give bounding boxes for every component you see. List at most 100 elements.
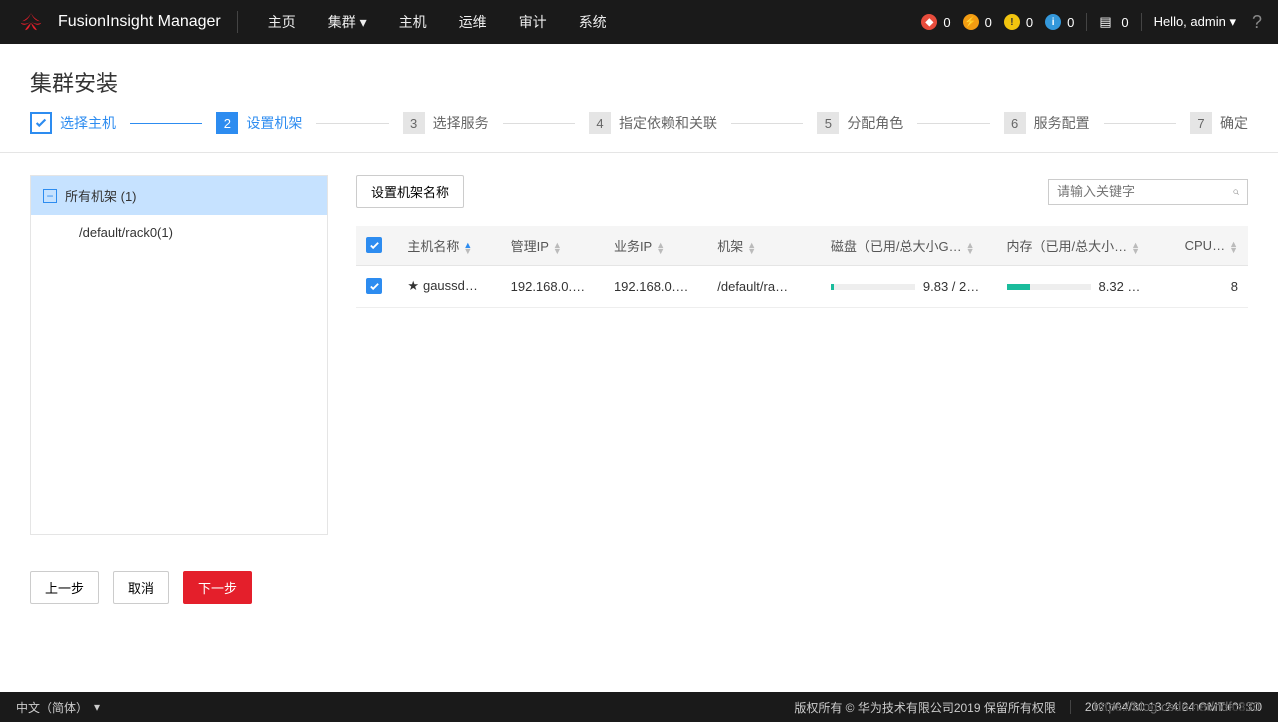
select-all-checkbox[interactable]: [366, 237, 382, 253]
col-mgmt-ip[interactable]: 管理IP▲▼: [501, 226, 604, 266]
status-critical[interactable]: ◆0: [921, 14, 950, 30]
col-svc-ip[interactable]: 业务IP▲▼: [604, 226, 707, 266]
huawei-logo-icon: [16, 11, 46, 33]
top-right: ◆0 ⚡0 !0 i0 ▤0 Hello, admin ▾ ?: [921, 12, 1262, 33]
col-disk-label: 磁盘（已用/总大小G…: [831, 239, 962, 254]
sort-icon: ▲▼: [463, 242, 472, 254]
language-selector[interactable]: 中文（简体） ▾: [16, 699, 100, 716]
status-info[interactable]: i0: [1045, 14, 1074, 30]
step-connector: [316, 123, 388, 124]
row-checkbox[interactable]: [366, 278, 382, 294]
col-disk[interactable]: 磁盘（已用/总大小G… ▲▼: [821, 226, 997, 266]
chevron-down-icon: ▾: [1229, 14, 1236, 29]
disk-usage-bar: [831, 284, 915, 290]
host-table: 主机名称▲▼ 管理IP▲▼ 业务IP▲▼ 机架▲▼ 磁盘（已用/总大小G…▲▼ …: [356, 226, 1248, 308]
col-rack-label: 机架: [717, 239, 743, 254]
step-6-num: 6: [1004, 112, 1026, 134]
status-critical-count: 0: [943, 15, 950, 30]
top-nav: 主页 集群 ▾ 主机 运维 审计 系统: [254, 0, 621, 44]
nav-home[interactable]: 主页: [254, 0, 310, 44]
fire-icon: ◆: [921, 14, 937, 30]
sort-icon: ▲▼: [553, 242, 562, 254]
table-header-row: 主机名称▲▼ 管理IP▲▼ 业务IP▲▼ 机架▲▼ 磁盘（已用/总大小G…▲▼ …: [356, 226, 1248, 266]
user-greeting: Hello, admin: [1154, 14, 1226, 29]
step-connector: [917, 123, 989, 124]
chevron-down-icon: ▾: [94, 700, 100, 714]
next-button[interactable]: 下一步: [183, 571, 252, 604]
step-connector: [731, 123, 803, 124]
step-3[interactable]: 3 选择服务: [403, 112, 489, 134]
cell-mem-text: 8.32 …: [1099, 279, 1141, 294]
step-3-label: 选择服务: [433, 113, 489, 133]
search-input[interactable]: [1057, 184, 1233, 199]
step-3-num: 3: [403, 112, 425, 134]
step-2[interactable]: 2 设置机架: [216, 112, 302, 134]
sort-icon: ▲▼: [1131, 242, 1140, 254]
step-2-label: 设置机架: [246, 113, 302, 133]
logo-wrap: FusionInsight Manager: [16, 11, 238, 33]
step-4[interactable]: 4 指定依赖和关联: [589, 112, 717, 134]
sort-icon: ▲▼: [747, 242, 756, 254]
list-icon: ▤: [1099, 14, 1115, 30]
step-1[interactable]: 选择主机: [30, 112, 116, 134]
step-6[interactable]: 6服务配置: [1004, 112, 1090, 134]
page-title: 集群安装: [0, 44, 1278, 112]
status-minor[interactable]: !0: [1004, 14, 1033, 30]
col-mem[interactable]: 内存（已用/总大小…▲▼: [997, 226, 1173, 266]
user-menu[interactable]: Hello, admin ▾: [1154, 14, 1236, 30]
col-cpu-label: CPU…: [1185, 238, 1225, 253]
step-5-num: 5: [817, 112, 839, 134]
step-4-num: 4: [589, 112, 611, 134]
set-rack-name-button[interactable]: 设置机架名称: [356, 175, 464, 208]
info-icon: i: [1045, 14, 1061, 30]
nav-ops[interactable]: 运维: [445, 0, 501, 44]
sort-icon: ▲▼: [966, 242, 975, 254]
step-connector: [1104, 123, 1176, 124]
step-7[interactable]: 7确定: [1190, 112, 1248, 134]
sort-icon: ▲▼: [656, 242, 665, 254]
step-1-check-icon: [30, 112, 52, 134]
table-row[interactable]: ★gaussd… 192.168.0.… 192.168.0.… /defaul…: [356, 266, 1248, 308]
nav-system[interactable]: 系统: [565, 0, 621, 44]
sort-icon: ▲▼: [1229, 241, 1238, 253]
cancel-button[interactable]: 取消: [113, 571, 169, 604]
collapse-icon[interactable]: −: [43, 189, 57, 203]
help-icon[interactable]: ?: [1252, 12, 1262, 33]
search-icon[interactable]: [1233, 184, 1239, 200]
sidebar-all-label: 所有机架 (1): [65, 186, 137, 205]
rack-sidebar: − 所有机架 (1) /default/rack0(1): [30, 175, 328, 535]
cell-mem: 8.32 …: [997, 266, 1173, 308]
sidebar-all-racks[interactable]: − 所有机架 (1): [31, 176, 327, 215]
col-hostname-label: 主机名称: [407, 239, 459, 254]
prev-button[interactable]: 上一步: [30, 571, 99, 604]
status-major[interactable]: ⚡0: [963, 14, 992, 30]
language-label: 中文（简体）: [16, 699, 88, 716]
search-box[interactable]: [1048, 179, 1248, 205]
wizard-steps: 选择主机 2 设置机架 3 选择服务 4 指定依赖和关联 5 分配角色 6服务配置 7…: [0, 112, 1278, 152]
step-connector: [130, 123, 202, 124]
nav-cluster-label: 集群: [328, 14, 356, 30]
nav-cluster[interactable]: 集群 ▾: [314, 0, 381, 44]
col-cpu[interactable]: CPU… ▲▼: [1172, 226, 1248, 266]
task-count[interactable]: ▤0: [1099, 14, 1128, 30]
step-7-num: 7: [1190, 112, 1212, 134]
cell-hostname: ★gaussd…: [397, 266, 500, 308]
step-5[interactable]: 5 分配角色: [817, 112, 903, 134]
top-bar: FusionInsight Manager 主页 集群 ▾ 主机 运维 审计 系…: [0, 0, 1278, 44]
divider: [1070, 700, 1071, 714]
star-icon: ★: [407, 278, 419, 293]
cell-svc-ip: 192.168.0.…: [604, 266, 707, 308]
nav-audit[interactable]: 审计: [505, 0, 561, 44]
task-count-val: 0: [1121, 15, 1128, 30]
step-4-label: 指定依赖和关联: [619, 113, 717, 133]
status-info-count: 0: [1067, 15, 1074, 30]
divider: [1086, 13, 1087, 31]
step-5-label: 分配角色: [847, 113, 903, 133]
col-hostname[interactable]: 主机名称 ▲▼: [397, 226, 500, 266]
status-minor-count: 0: [1026, 15, 1033, 30]
cell-cpu: 8: [1172, 266, 1248, 308]
chevron-down-icon: ▾: [360, 14, 367, 30]
sidebar-rack-item[interactable]: /default/rack0(1): [31, 215, 327, 250]
col-rack[interactable]: 机架 ▲▼: [707, 226, 821, 266]
nav-hosts[interactable]: 主机: [385, 0, 441, 44]
